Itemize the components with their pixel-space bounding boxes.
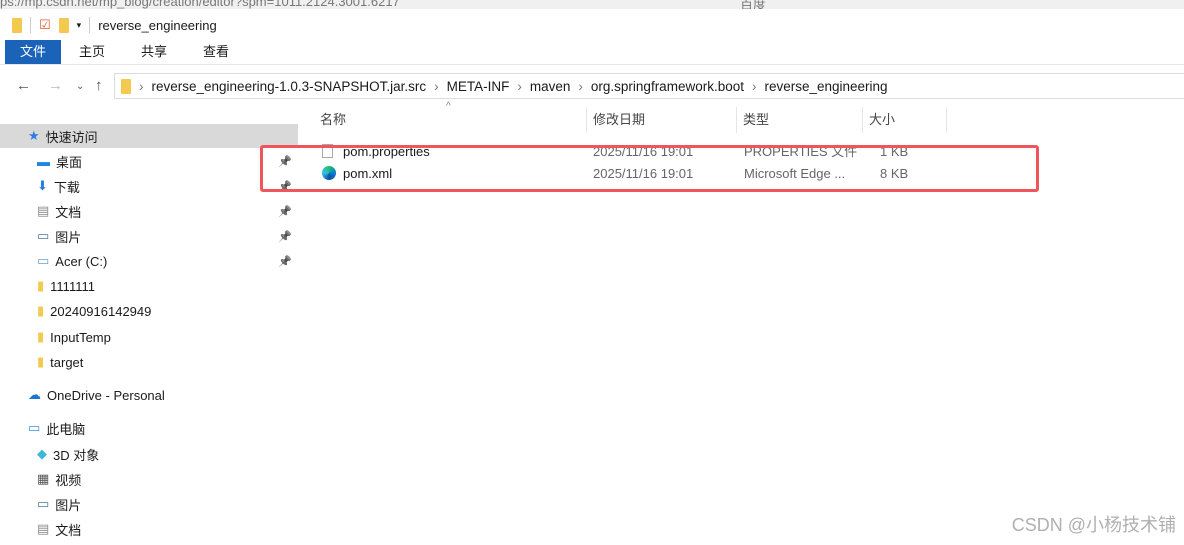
- sidebar-item[interactable]: ▭ 此电脑: [0, 416, 298, 440]
- sidebar-item-label: 此电脑: [46, 421, 86, 437]
- bookmark-baidu[interactable]: 百度: [740, 0, 766, 9]
- highlight-box: [260, 145, 1039, 192]
- tab-home[interactable]: 主页: [61, 40, 123, 64]
- sidebar-item-label: 文档: [55, 522, 82, 538]
- pin-icon[interactable]: 📌: [278, 205, 292, 218]
- video-icon: ▦: [37, 471, 50, 486]
- folder-icon: ▮: [37, 278, 45, 293]
- chevron-right-icon[interactable]: ›: [517, 79, 522, 94]
- folder-icon: [121, 78, 131, 94]
- sidebar-item[interactable]: ▤ 文档: [0, 517, 298, 541]
- sidebar-item[interactable]: ★ 快速访问: [0, 124, 298, 148]
- navigation-bar: ← → ⌄ ↑ › reverse_engineering-1.0.3-SNAP…: [0, 64, 1184, 104]
- folder-icon: ▮: [37, 329, 45, 344]
- divider: [30, 17, 31, 33]
- folder-icon: ▮: [37, 354, 45, 369]
- recent-dropdown-icon[interactable]: ⌄: [76, 81, 84, 92]
- cloud-icon: ☁: [28, 387, 41, 402]
- sidebar-item-label: 图片: [55, 229, 82, 245]
- column-date[interactable]: 修改日期: [587, 107, 737, 133]
- computer-icon: ▭: [28, 420, 41, 435]
- desktop-icon: ▬: [37, 153, 50, 169]
- sidebar-item[interactable]: ▮ InputTemp: [0, 325, 298, 349]
- sidebar-item-label: 桌面: [56, 154, 83, 170]
- sidebar-item[interactable]: ▤ 文档 📌: [0, 199, 298, 223]
- sidebar-item[interactable]: ▦ 视频: [0, 467, 298, 491]
- sidebar-item[interactable]: ▮ 1111111: [0, 274, 298, 298]
- breadcrumb-item[interactable]: org.springframework.boot: [591, 79, 744, 94]
- sidebar-item-label: 文档: [55, 204, 82, 220]
- ribbon-tabs: 文件 主页 共享 查看: [0, 40, 1184, 64]
- back-icon[interactable]: ←: [16, 77, 31, 94]
- column-type[interactable]: 类型: [737, 107, 863, 133]
- column-header: ^ 名称 修改日期 类型 大小: [300, 101, 1184, 133]
- tab-view[interactable]: 查看: [185, 40, 247, 64]
- breadcrumb-item[interactable]: reverse_engineering: [764, 79, 887, 94]
- star-icon: ★: [28, 128, 40, 143]
- properties-icon[interactable]: ☑: [39, 17, 51, 33]
- sidebar-item[interactable]: ☁ OneDrive - Personal: [0, 383, 298, 407]
- chevron-right-icon[interactable]: ›: [434, 79, 439, 94]
- pin-icon[interactable]: 📌: [278, 230, 292, 243]
- document-icon: ▤: [37, 203, 50, 218]
- browser-bar: ps://mp.csdn.net/mp_blog/creation/editor…: [0, 0, 1184, 9]
- breadcrumb-item[interactable]: META-INF: [447, 79, 510, 94]
- sidebar-item-label: Acer (C:): [55, 253, 108, 269]
- customize-dropdown-icon[interactable]: ▾: [77, 20, 82, 31]
- sidebar-item-label: 视频: [55, 472, 82, 488]
- chevron-right-icon[interactable]: ›: [139, 79, 144, 94]
- sidebar-item-label: 1111111: [50, 278, 95, 294]
- column-size[interactable]: 大小: [863, 107, 947, 133]
- up-icon[interactable]: ↑: [95, 77, 103, 94]
- sidebar-item[interactable]: ▭ 图片: [0, 492, 298, 516]
- sidebar-item[interactable]: ▭ 图片 📌: [0, 224, 298, 248]
- tab-share[interactable]: 共享: [123, 40, 185, 64]
- sidebar-item[interactable]: ⬇ 下载 📌: [0, 174, 298, 198]
- tab-file[interactable]: 文件: [5, 40, 61, 64]
- sidebar-item-label: 图片: [55, 497, 82, 513]
- sidebar-item-label: 3D 对象: [53, 447, 100, 463]
- chevron-right-icon[interactable]: ›: [752, 79, 757, 94]
- folder-icon: [12, 17, 22, 33]
- window-title: reverse_engineering: [98, 17, 217, 33]
- forward-icon[interactable]: →: [48, 77, 63, 94]
- breadcrumb-item[interactable]: reverse_engineering-1.0.3-SNAPSHOT.jar.s…: [152, 79, 427, 94]
- sidebar-item-label: 下载: [53, 179, 80, 195]
- sidebar-item[interactable]: ▮ 20240916142949: [0, 299, 298, 323]
- sidebar-item[interactable]: ▮ target: [0, 350, 298, 374]
- folder-icon: ▮: [37, 303, 45, 318]
- sidebar-item[interactable]: ▬ 桌面 📌: [0, 149, 298, 173]
- address-bar[interactable]: › reverse_engineering-1.0.3-SNAPSHOT.jar…: [114, 73, 1184, 99]
- picture-icon: ▭: [37, 228, 50, 243]
- sidebar-item-label: 快速访问: [45, 129, 98, 145]
- sidebar-item-label: 20240916142949: [50, 303, 152, 319]
- new-folder-icon[interactable]: [58, 17, 69, 33]
- drive-icon: ▭: [37, 253, 50, 268]
- navigation-pane: ★ 快速访问 ▬ 桌面 📌 ⬇ 下载 📌 ▤ 文档 📌 ▭ 图片 📌 ▭ Acer (C:) 📌 ▮ 1111111…: [0, 104, 300, 545]
- divider: [89, 17, 91, 33]
- column-name[interactable]: 名称: [314, 107, 587, 133]
- picture-icon: ▭: [37, 496, 50, 511]
- sidebar-item[interactable]: ▭ Acer (C:) 📌: [0, 249, 298, 273]
- cube-icon: ◆: [37, 446, 47, 461]
- pin-icon[interactable]: 📌: [278, 255, 292, 268]
- sidebar-item-label: OneDrive - Personal: [47, 387, 165, 403]
- sidebar-item-label: target: [50, 354, 84, 370]
- sidebar-item-label: InputTemp: [50, 329, 111, 345]
- watermark: CSDN @小杨技术铺: [1011, 515, 1176, 535]
- breadcrumb-item[interactable]: maven: [530, 79, 571, 94]
- sidebar-item[interactable]: ◆ 3D 对象: [0, 442, 298, 466]
- download-icon: ⬇: [37, 178, 48, 193]
- title-bar: ☑ ▾ reverse_engineering: [8, 10, 1184, 40]
- chevron-right-icon[interactable]: ›: [578, 79, 583, 94]
- document-icon: ▤: [37, 521, 50, 536]
- browser-url[interactable]: ps://mp.csdn.net/mp_blog/creation/editor…: [0, 0, 400, 9]
